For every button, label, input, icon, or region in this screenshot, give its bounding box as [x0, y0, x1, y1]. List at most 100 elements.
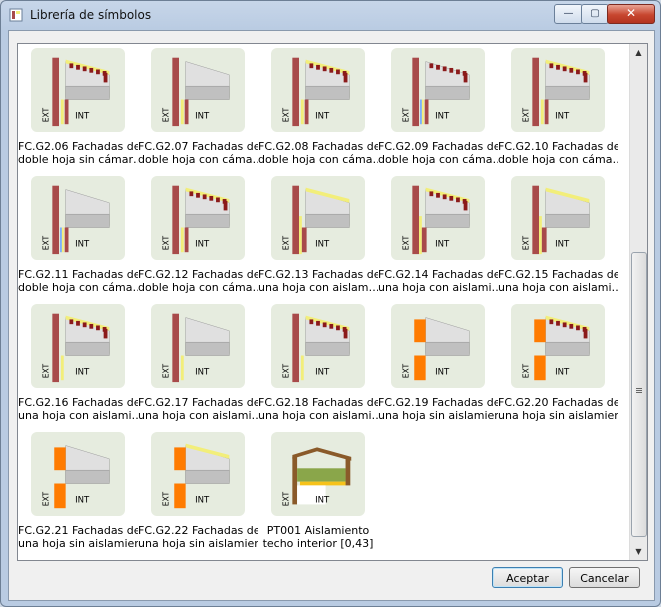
ext-label: EXT	[402, 107, 411, 122]
int-label: INT	[75, 240, 90, 250]
ext-label: EXT	[522, 363, 531, 378]
symbol-label: FC.G2.22 Fachadas de una hoja sin aislami…	[138, 524, 258, 550]
ext-label: EXT	[282, 491, 291, 506]
symbol-label: FC.G2.13 Fachadas de una hoja con aislam…	[258, 268, 378, 294]
title-bar[interactable]: Librería de símbolos — ▢ ✕	[1, 1, 660, 29]
symbol-label: FC.G2.08 Fachadas de doble hoja con cáma…	[258, 140, 378, 166]
close-button[interactable]: ✕	[607, 4, 655, 24]
ext-label: EXT	[282, 235, 291, 250]
int-label: INT	[75, 496, 90, 506]
facade-section-icon: EXT INT	[522, 57, 590, 127]
int-label: INT	[315, 112, 330, 122]
symbol-item[interactable]: EXT INT FC.G2.10 Fachadas de doble hoja con…	[498, 48, 618, 176]
ext-label: EXT	[402, 363, 411, 378]
symbol-thumbnail[interactable]: EXT INT	[271, 48, 365, 132]
symbol-thumbnail[interactable]: EXT INT	[151, 304, 245, 388]
symbol-thumbnail[interactable]: EXT INT	[151, 48, 245, 132]
scroll-up-arrow[interactable]: ▲	[630, 44, 647, 61]
symbol-label-line1: FC.G2.15 Fachadas de	[498, 268, 618, 281]
symbol-label: FC.G2.16 Fachadas de una hoja con aislami…	[18, 396, 138, 422]
symbol-item[interactable]: EXT INT FC.G2.08 Fachadas de doble hoja con…	[258, 48, 378, 176]
facade-section-icon: EXT INT	[282, 57, 350, 127]
minimize-button[interactable]: —	[554, 4, 583, 24]
symbol-item[interactable]: EXT INT FC.G2.21 Fachadas de una hoja sin a…	[18, 432, 138, 560]
symbol-item[interactable]: EXT INT FC.G2.13 Fachadas de una hoja con a…	[258, 176, 378, 304]
int-label: INT	[435, 368, 450, 378]
symbol-thumbnail[interactable]: EXT INT	[511, 176, 605, 260]
facade-section-icon: EXT INT	[282, 185, 350, 255]
symbol-item[interactable]: EXT INT FC.G2.18 Fachadas de una hoja con a…	[258, 304, 378, 432]
symbol-label: FC.G2.14 Fachadas de una hoja con aislami…	[378, 268, 498, 294]
symbol-thumbnail[interactable]: EXT INT	[271, 304, 365, 388]
symbol-label: FC.G2.10 Fachadas de doble hoja con cáma…	[498, 140, 618, 166]
symbol-item[interactable]: EXT INT FC.G2.20 Fachadas de una hoja sin a…	[498, 304, 618, 432]
symbol-thumbnail[interactable]: EXT INT	[31, 48, 125, 132]
symbol-thumbnail[interactable]: EXT INT	[511, 48, 605, 132]
app-icon	[9, 8, 23, 22]
symbol-thumbnail[interactable]: EXT INT	[31, 176, 125, 260]
symbol-item[interactable]: EXT INT FC.G2.11 Fachadas de doble hoja con…	[18, 176, 138, 304]
symbol-item[interactable]: EXT INT FC.G2.22 Fachadas de una hoja sin a…	[138, 432, 258, 560]
symbol-label-line1: FC.G2.11 Fachadas de	[18, 268, 138, 281]
symbol-label: FC.G2.06 Fachadas de doble hoja sin cámar…	[18, 140, 138, 166]
symbol-item[interactable]: EXT INT FC.G2.15 Fachadas de una hoja con a…	[498, 176, 618, 304]
symbol-item[interactable]: EXT INT FC.G2.16 Fachadas de una hoja con a…	[18, 304, 138, 432]
facade-section-icon: EXT INT	[402, 185, 470, 255]
symbol-item[interactable]: EXT INT FC.G2.12 Fachadas de doble hoja con…	[138, 176, 258, 304]
symbol-thumbnail[interactable]: EXT INT	[151, 432, 245, 516]
ext-label: EXT	[282, 363, 291, 378]
vertical-scrollbar[interactable]: ▲ ▼	[629, 44, 647, 560]
symbol-thumbnail[interactable]: EXT INT	[31, 304, 125, 388]
symbol-label-line2: una hoja con aislami…	[138, 409, 258, 422]
symbol-label-line1: FC.G2.06 Fachadas de	[18, 140, 138, 153]
symbol-label-line1: FC.G2.22 Fachadas de	[138, 524, 258, 537]
symbol-item[interactable]: EXT INT FC.G2.07 Fachadas de doble hoja con…	[138, 48, 258, 176]
facade-section-icon: EXT INT	[162, 443, 230, 509]
ext-label: EXT	[522, 107, 531, 122]
symbol-thumbnail[interactable]: EXT INT	[511, 304, 605, 388]
maximize-button[interactable]: ▢	[581, 4, 609, 24]
ext-label: EXT	[162, 491, 171, 506]
scrollbar-thumb[interactable]	[631, 252, 647, 537]
symbol-label-line2: una hoja con aislam…	[258, 281, 378, 294]
symbol-thumbnail[interactable]: EXT INT	[391, 48, 485, 132]
int-label: INT	[195, 496, 210, 506]
int-label: INT	[435, 112, 450, 122]
accept-button[interactable]: Aceptar	[492, 567, 563, 588]
symbol-label-line1: FC.G2.07 Fachadas de	[138, 140, 258, 153]
dialog-client-area: EXT INT PT001 Aislamiento techo interior [0…	[8, 30, 655, 601]
symbol-list[interactable]: EXT INT PT001 Aislamiento techo interior [0…	[17, 43, 648, 561]
symbol-thumbnail[interactable]: EXT INT	[391, 176, 485, 260]
cancel-button[interactable]: Cancelar	[569, 567, 640, 588]
symbol-label: FC.G2.20 Fachadas de una hoja sin aislami…	[498, 396, 618, 422]
symbol-item[interactable]: EXT INT FC.G2.09 Fachadas de doble hoja con…	[378, 48, 498, 176]
int-label: INT	[555, 112, 570, 122]
symbol-thumbnail[interactable]: EXT INT	[391, 304, 485, 388]
symbol-label: FC.G2.12 Fachadas de doble hoja con cáma…	[138, 268, 258, 294]
scroll-down-arrow[interactable]: ▼	[630, 543, 647, 560]
symbol-thumbnail[interactable]: EXT INT	[31, 432, 125, 516]
symbol-item[interactable]: EXT INT PT001 Aislamiento techo interior [0…	[258, 432, 378, 560]
symbol-label-line1: FC.G2.10 Fachadas de	[498, 140, 618, 153]
symbol-item[interactable]: EXT INT FC.G2.19 Fachadas de una hoja sin a…	[378, 304, 498, 432]
symbol-label: FC.G2.21 Fachadas de una hoja sin aislami…	[18, 524, 138, 550]
symbol-item[interactable]: EXT INT FC.G2.06 Fachadas de doble hoja sin…	[18, 48, 138, 176]
int-label: INT	[315, 496, 330, 506]
facade-section-icon: EXT INT	[42, 185, 110, 255]
int-label: INT	[195, 368, 210, 378]
symbol-thumbnail[interactable]: EXT INT	[151, 176, 245, 260]
symbol-thumbnail[interactable]: EXT INT	[271, 432, 365, 516]
symbol-item[interactable]: EXT INT FC.G2.17 Fachadas de una hoja con a…	[138, 304, 258, 432]
symbol-label-line2: una hoja sin aislamiento	[498, 409, 618, 422]
symbol-label-line1: FC.G2.12 Fachadas de	[138, 268, 258, 281]
facade-section-icon: EXT INT	[522, 185, 590, 255]
symbol-label-line1: FC.G2.18 Fachadas de	[258, 396, 378, 409]
symbol-label: FC.G2.17 Fachadas de una hoja con aislami…	[138, 396, 258, 422]
symbol-item[interactable]: EXT INT FC.G2.14 Fachadas de una hoja con a…	[378, 176, 498, 304]
symbol-label: FC.G2.09 Fachadas de doble hoja con cáma…	[378, 140, 498, 166]
symbol-thumbnail[interactable]: EXT INT	[271, 176, 365, 260]
ext-label: EXT	[522, 235, 531, 250]
symbol-label-line1: FC.G2.19 Fachadas de	[378, 396, 498, 409]
facade-section-icon: EXT INT	[162, 57, 230, 127]
int-label: INT	[315, 368, 330, 378]
